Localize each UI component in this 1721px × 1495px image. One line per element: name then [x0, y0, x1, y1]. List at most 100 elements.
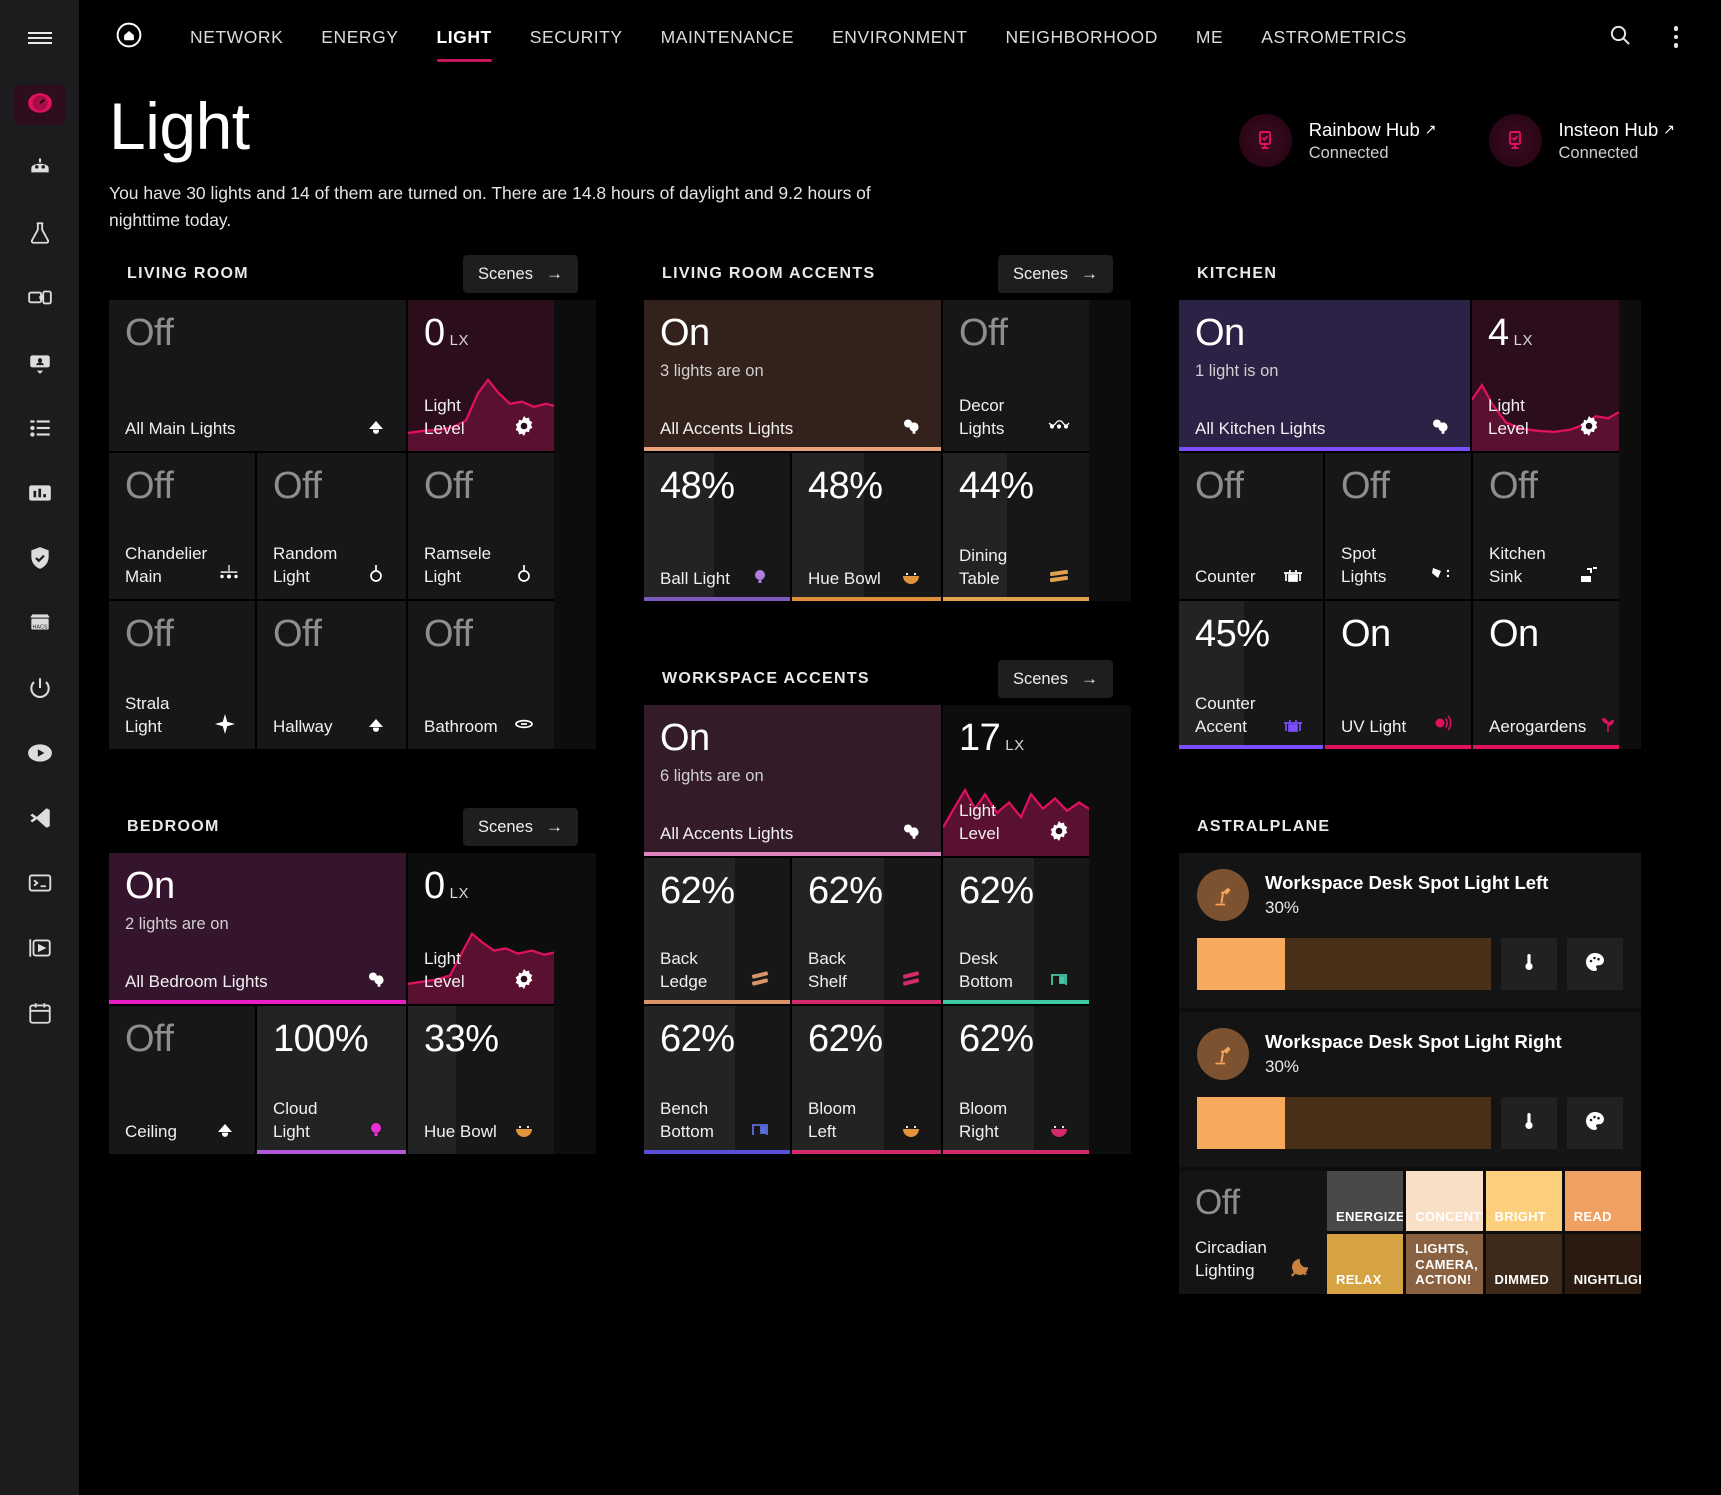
tile-dining-table[interactable]: 44% Dining Table [943, 453, 1089, 602]
hub-insteon[interactable]: Insteon Hub ↗ Connected [1488, 114, 1675, 167]
tile-row: On 2 lights are on All Bedroom Lights 0 … [109, 853, 596, 1007]
tile-counter[interactable]: Off Counter [1179, 453, 1325, 602]
scenes-button-living-room-accents[interactable]: Scenes → [997, 255, 1113, 294]
scene-lights-camera-action[interactable]: LIGHTS, CAMERA, ACTION! [1406, 1234, 1483, 1295]
gear-icon[interactable] [1575, 412, 1603, 440]
tile-counter-accent[interactable]: 45% Counter Accent [1179, 601, 1325, 750]
tile-hue-bowl-lr[interactable]: 48% Hue Bowl [792, 453, 943, 602]
tile-strala-light[interactable]: Off Strala Light [109, 601, 257, 750]
sidebar-item-lab[interactable] [14, 215, 66, 255]
tile-all-accents-lights-ws[interactable]: On 6 lights are on All Accents Lights [644, 705, 943, 859]
sidebar-item-dashboard[interactable] [13, 85, 66, 125]
tile-all-accents-lights-lr[interactable]: On 3 lights are on All Accents Lights [644, 300, 943, 454]
circadian-toggle[interactable]: Off Circadian Lighting [1179, 1171, 1327, 1295]
tab-energy[interactable]: ENERGY [302, 0, 417, 74]
tab-maintenance[interactable]: MAINTENANCE [642, 0, 813, 74]
tile-light-level-bedroom[interactable]: 0 LX Light Level [408, 853, 554, 1007]
tab-light[interactable]: LIGHT [418, 0, 511, 74]
brightness-slider-right[interactable] [1197, 1097, 1491, 1150]
tile-bloom-left[interactable]: 62% Bloom Left [792, 1006, 943, 1155]
tile-decor-lights[interactable]: Off Decor Lights [943, 300, 1089, 454]
tile-bloom-right[interactable]: 62% Bloom Right [943, 1006, 1089, 1155]
scene-concentrate[interactable]: CONCENTRATE [1406, 1171, 1483, 1232]
overflow-menu-button[interactable] [1659, 20, 1693, 54]
page-subtitle: You have 30 lights and 14 of them are tu… [109, 182, 871, 231]
tile-light-level-living-room[interactable]: 0 LX Light Level [408, 300, 554, 454]
tab-neighborhood[interactable]: NEIGHBORHOOD [986, 0, 1176, 74]
tab-network[interactable]: NETWORK [171, 0, 302, 74]
scene-label: DIMMED [1494, 1271, 1550, 1287]
tab-environment[interactable]: ENVIRONMENT [813, 0, 986, 74]
sidebar-item-power[interactable] [14, 670, 66, 710]
tile-bench-bottom[interactable]: 62% Bench Bottom [644, 1006, 792, 1155]
tile-hue-bowl-bedroom[interactable]: 33% Hue Bowl [408, 1006, 554, 1155]
tile-bathroom[interactable]: Off Bathroom [408, 601, 554, 750]
sidebar-item-calendar[interactable] [14, 995, 66, 1035]
scenes-button-bedroom[interactable]: Scenes → [462, 808, 578, 847]
tile-cloud-light[interactable]: 100% Cloud Light [257, 1006, 408, 1155]
scene-dimmed[interactable]: DIMMED [1485, 1234, 1562, 1295]
tile-kitchen-sink[interactable]: Off Kitchen Sink [1473, 453, 1619, 602]
tile-hallway[interactable]: Off Hallway [257, 601, 408, 750]
tile-ball-light[interactable]: 48% Ball Light [644, 453, 792, 602]
tile-ceiling[interactable]: Off Ceiling [109, 1006, 257, 1155]
sidebar-item-hacs[interactable]: HACS [14, 605, 66, 645]
tile-aerogardens[interactable]: On Aerogardens [1473, 601, 1619, 750]
color-picker-button-left[interactable] [1567, 938, 1623, 991]
scenes-button-living-room[interactable]: Scenes → [462, 255, 578, 294]
gear-icon[interactable] [510, 965, 538, 993]
tile-label: Counter [1195, 566, 1256, 586]
section-header-living-room-accents: LIVING ROOM ACCENTS Scenes → [644, 248, 1131, 300]
scene-nightlight[interactable]: NIGHTLIGHT [1564, 1234, 1641, 1295]
scenes-button-workspace-accents[interactable]: Scenes → [997, 660, 1113, 699]
sidebar-item-list[interactable] [14, 410, 66, 450]
tile-back-ledge[interactable]: 62% Back Ledge [644, 858, 792, 1007]
color-picker-button-right[interactable] [1567, 1097, 1623, 1150]
sidebar-item-robot[interactable] [14, 150, 66, 190]
color-temperature-button-right[interactable] [1501, 1097, 1557, 1150]
brightness-slider-left[interactable] [1197, 938, 1491, 991]
scene-relax[interactable]: RELAX [1327, 1234, 1404, 1295]
sidebar-item-statistics[interactable] [14, 475, 66, 515]
tile-light-level-kitchen[interactable]: 4 LX Light Level [1472, 300, 1619, 454]
tile-all-bedroom-lights[interactable]: On 2 lights are on All Bedroom Lights [109, 853, 408, 1007]
sidebar-item-terminal[interactable] [14, 865, 66, 905]
tile-all-kitchen-lights[interactable]: On 1 light is on All Kitchen Lights [1179, 300, 1472, 454]
tile-chandelier-main[interactable]: Off Chandelier Main [109, 453, 257, 602]
hub-rainbow[interactable]: Rainbow Hub ↗ Connected [1238, 114, 1437, 167]
scene-read[interactable]: READ [1564, 1171, 1641, 1232]
tile-uv-light[interactable]: On UV Light [1325, 601, 1473, 750]
tile-random-light[interactable]: Off Random Light [257, 453, 408, 602]
menu-toggle-button[interactable] [18, 16, 62, 60]
gear-icon[interactable] [510, 412, 538, 440]
sidebar-item-person[interactable] [14, 345, 66, 385]
scene-bright[interactable]: BRIGHT [1485, 1171, 1562, 1232]
tab-security[interactable]: SECURITY [511, 0, 642, 74]
circadian-state: Off [1195, 1183, 1240, 1223]
tab-astrometrics[interactable]: ASTROMETRICS [1242, 0, 1426, 74]
bowl-orange-icon [897, 562, 925, 590]
tile-label: Cloud Light [273, 1098, 318, 1141]
scene-energize[interactable]: ENERGIZE [1327, 1171, 1404, 1232]
search-button[interactable] [1603, 20, 1637, 54]
hub-device-icon [1238, 114, 1292, 167]
color-temperature-button-left[interactable] [1501, 938, 1557, 991]
home-button[interactable] [109, 17, 149, 57]
tile-ramsele-light[interactable]: Off Ramsele Light [408, 453, 554, 602]
sidebar-item-devices[interactable] [14, 280, 66, 320]
scenes-label: Scenes [1012, 669, 1068, 688]
tile-state: 0 LX [424, 867, 538, 905]
sidebar-item-media[interactable] [14, 735, 66, 775]
tile-all-main-lights[interactable]: Off All Main Lights [109, 300, 408, 454]
tile-back-shelf[interactable]: 62% Back Shelf [792, 858, 943, 1007]
tile-label: Bench Bottom [660, 1098, 714, 1141]
tile-spot-lights[interactable]: Off Spot Lights [1325, 453, 1473, 602]
astral-light-name: Workspace Desk Spot Light Left [1265, 872, 1549, 894]
tile-light-level-workspace[interactable]: 17 LX Light Level [943, 705, 1089, 859]
sidebar-item-vscode[interactable] [14, 800, 66, 840]
sidebar-item-security[interactable] [14, 540, 66, 580]
tile-desk-bottom[interactable]: 62% Desk Bottom [943, 858, 1089, 1007]
sidebar-item-video[interactable] [14, 930, 66, 970]
tab-me[interactable]: ME [1177, 0, 1242, 74]
gear-icon[interactable] [1045, 817, 1073, 845]
